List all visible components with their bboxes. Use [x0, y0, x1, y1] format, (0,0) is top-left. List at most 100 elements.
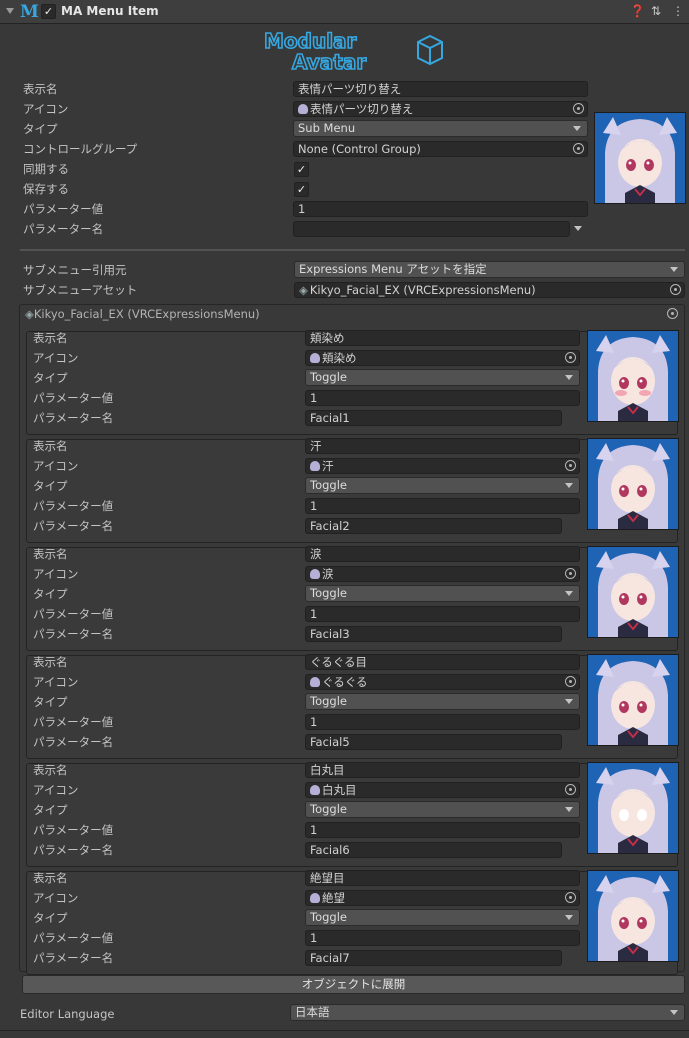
object-picker-icon[interactable]: [565, 892, 576, 903]
item-type-dropdown[interactable]: Toggle: [305, 477, 580, 494]
object-picker-icon[interactable]: [565, 784, 576, 795]
item-param-value-label: パラメーター値: [33, 715, 114, 729]
saved-checkbox[interactable]: ✓: [294, 182, 309, 197]
item-param-value-label: パラメーター値: [33, 391, 114, 405]
object-picker-icon[interactable]: [670, 284, 681, 295]
item-type-dropdown[interactable]: Toggle: [305, 801, 580, 818]
submenu-asset-field[interactable]: ◈ Kikyo_Facial_EX (VRCExpressionsMenu): [294, 282, 685, 298]
item-icon-field[interactable]: 白丸目: [305, 782, 580, 798]
synced-checkbox[interactable]: ✓: [294, 162, 309, 177]
item-name-field[interactable]: 涙: [305, 546, 580, 562]
param-name-field[interactable]: [293, 221, 570, 237]
item-param-name-label: パラメーター名: [33, 411, 114, 425]
item-param-name-label: パラメーター名: [33, 951, 114, 965]
submenu-asset-value: Kikyo_Facial_EX (VRCExpressionsMenu): [309, 283, 536, 297]
avatar-icon: [588, 547, 678, 637]
param-name-label: パラメーター名: [23, 222, 104, 236]
more-icon[interactable]: ⋮: [672, 4, 684, 18]
saved-label: 保存する: [23, 182, 69, 196]
item-param-name-field[interactable]: Facial1: [305, 410, 562, 426]
control-group-value: None (Control Group): [298, 142, 421, 156]
submenu-panel-header: ◈Kikyo_Facial_EX (VRCExpressionsMenu): [25, 307, 260, 321]
texture-icon: [310, 569, 320, 579]
item-param-value-field[interactable]: 1: [305, 822, 580, 838]
icon-field[interactable]: 表情パーツ切り替え: [293, 101, 588, 117]
dropdown-arrow-icon: [565, 375, 573, 380]
item-param-name-field[interactable]: Facial6: [305, 842, 562, 858]
object-picker-icon[interactable]: [573, 103, 584, 114]
object-picker-icon[interactable]: [573, 143, 584, 154]
item-type-label: タイプ: [33, 587, 68, 601]
logo-cube-icon: [417, 34, 443, 66]
item-icon-field[interactable]: 汗: [305, 458, 580, 474]
item-name-field[interactable]: 絶望目: [305, 870, 580, 886]
item-param-value-field[interactable]: 1: [305, 714, 580, 730]
texture-icon: [298, 104, 308, 114]
component-enabled-checkbox[interactable]: ✓: [41, 4, 56, 19]
type-dropdown-value: Sub Menu: [298, 121, 356, 135]
avatar-icon: [588, 331, 678, 421]
item-icon-field[interactable]: 頬染め: [305, 350, 580, 366]
control-group-field[interactable]: None (Control Group): [293, 141, 588, 157]
item-type-label: タイプ: [33, 479, 68, 493]
expand-to-objects-button[interactable]: オブジェクトに展開: [22, 975, 685, 994]
item-type-dropdown[interactable]: Toggle: [305, 909, 580, 926]
item-name-label: 表示名: [33, 331, 68, 345]
item-type-dropdown[interactable]: Toggle: [305, 693, 580, 710]
object-picker-icon[interactable]: [565, 568, 576, 579]
item-icon-preview: [587, 330, 679, 422]
texture-icon: [310, 893, 320, 903]
item-param-value-field[interactable]: 1: [305, 930, 580, 946]
item-name-field[interactable]: 白丸目: [305, 762, 580, 778]
texture-icon: [310, 461, 320, 471]
item-param-value-label: パラメーター値: [33, 499, 114, 513]
object-picker-icon[interactable]: [565, 352, 576, 363]
submenu-panel: ◈Kikyo_Facial_EX (VRCExpressionsMenu) 表示…: [19, 304, 685, 975]
submenu-item: 表示名 頬染め アイコン 頬染め タイプ Toggle パラメーター値 1 パラメーター名 Fac…: [26, 330, 679, 435]
bottom-divider: [0, 1030, 689, 1031]
preset-icon[interactable]: ⇅: [651, 4, 661, 18]
item-name-field[interactable]: ぐるぐる目: [305, 654, 580, 670]
section-separator: [20, 249, 685, 251]
item-param-value-field[interactable]: 1: [305, 498, 580, 514]
texture-icon: [310, 785, 320, 795]
item-param-value-field[interactable]: 1: [305, 606, 580, 622]
item-param-name-field[interactable]: Facial3: [305, 626, 562, 642]
item-param-name-field[interactable]: Facial2: [305, 518, 562, 534]
display-name-label: 表示名: [23, 82, 58, 96]
item-type-value: Toggle: [310, 586, 347, 600]
item-type-dropdown[interactable]: Toggle: [305, 585, 580, 602]
ma-component-icon: M: [20, 2, 39, 22]
object-picker-icon[interactable]: [565, 460, 576, 471]
dropdown-arrow-icon: [565, 591, 573, 596]
item-param-value-field[interactable]: 1: [305, 390, 580, 406]
object-picker-icon[interactable]: [565, 676, 576, 687]
object-picker-icon[interactable]: [667, 308, 678, 319]
item-type-label: タイプ: [33, 803, 68, 817]
control-group-label: コントロールグループ: [23, 142, 138, 156]
editor-language-label: Editor Language: [20, 1007, 115, 1021]
param-name-dropdown-icon[interactable]: [574, 226, 582, 231]
item-name-field[interactable]: 頬染め: [305, 330, 580, 346]
texture-icon: [310, 677, 320, 687]
item-type-dropdown[interactable]: Toggle: [305, 369, 580, 386]
item-icon-preview: [587, 654, 679, 746]
item-param-name-field[interactable]: Facial5: [305, 734, 562, 750]
type-dropdown[interactable]: Sub Menu: [293, 120, 588, 137]
param-value-field[interactable]: 1: [293, 201, 588, 217]
item-type-label: タイプ: [33, 911, 68, 925]
submenu-item: 表示名 白丸目 アイコン 白丸目 タイプ Toggle パラメーター値 1 パラメーター名 Fac…: [26, 762, 679, 867]
item-icon-field[interactable]: ぐるぐる: [305, 674, 580, 690]
item-icon-field[interactable]: 涙: [305, 566, 580, 582]
item-icon-field[interactable]: 絶望: [305, 890, 580, 906]
item-param-name-label: パラメーター名: [33, 519, 114, 533]
item-param-name-field[interactable]: Facial7: [305, 950, 562, 966]
help-icon[interactable]: ❓: [630, 4, 645, 18]
item-type-value: Toggle: [310, 478, 347, 492]
submenu-source-dropdown[interactable]: Expressions Menu アセットを指定: [294, 261, 685, 278]
avatar-icon: [588, 439, 678, 529]
display-name-field[interactable]: 表情パーツ切り替え: [293, 81, 588, 97]
item-name-field[interactable]: 汗: [305, 438, 580, 454]
editor-language-dropdown[interactable]: 日本語: [290, 1004, 685, 1021]
foldout-arrow-icon[interactable]: [6, 8, 14, 14]
